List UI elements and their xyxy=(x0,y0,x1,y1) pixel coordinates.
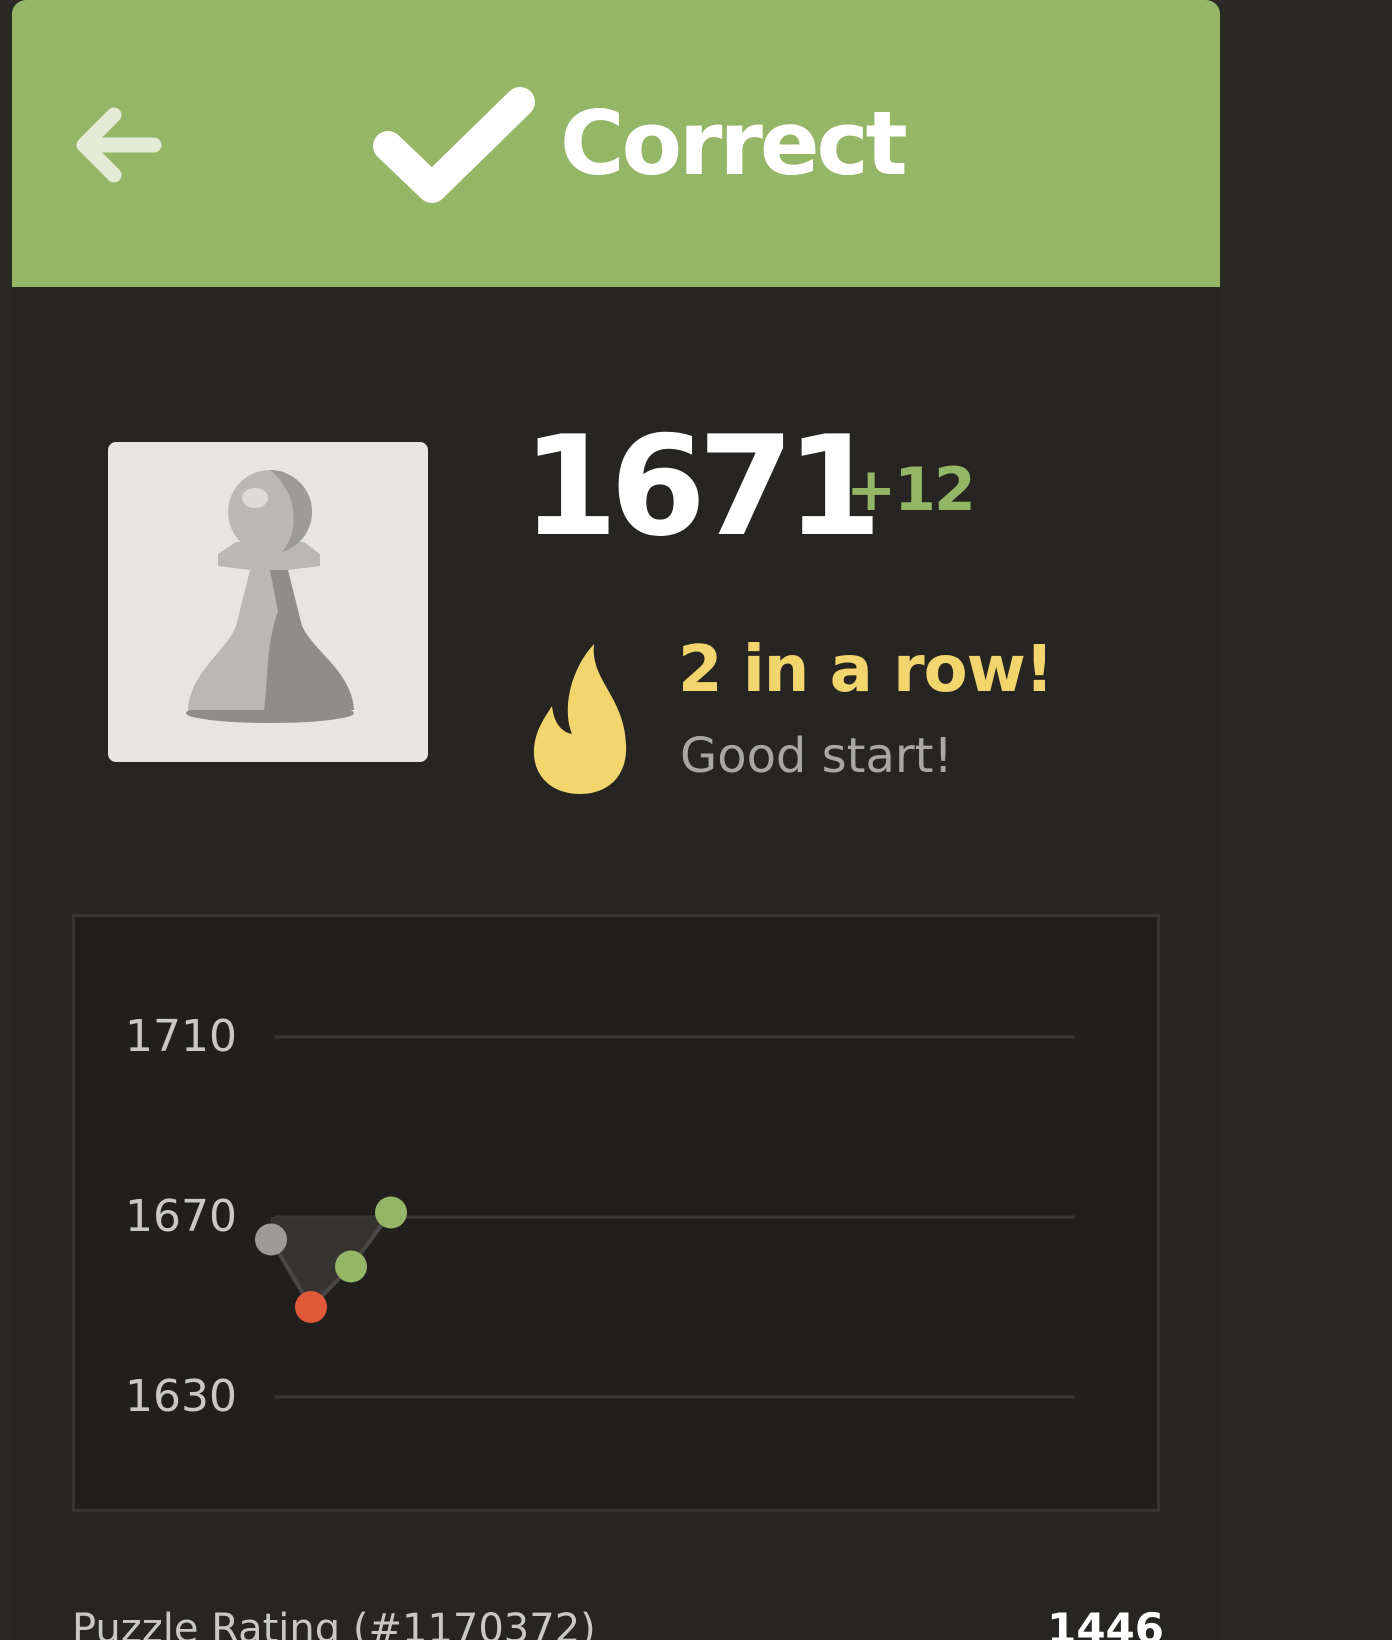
puzzle-rating-value: 1446 xyxy=(1047,1604,1164,1640)
rating-point-fail xyxy=(295,1291,327,1323)
rating-point-success xyxy=(375,1196,407,1229)
y-tick-label: 1630 xyxy=(125,1371,237,1422)
y-tick-label: 1670 xyxy=(125,1191,237,1242)
y-tick-label: 1710 xyxy=(125,1011,237,1062)
puzzle-result-panel: Correct 1671 +12 2 in a row! Good start!… xyxy=(12,0,1220,1640)
back-button[interactable] xyxy=(70,95,170,195)
rating-change: +12 xyxy=(846,455,976,525)
player-rating: 1671 xyxy=(522,406,882,567)
puzzle-rating-label: Puzzle Rating (#1170372) xyxy=(72,1606,596,1640)
pawn-icon xyxy=(186,470,354,723)
rating-chart-svg: 1710 1670 1630 xyxy=(125,1011,1075,1422)
check-icon xyxy=(373,87,535,203)
arrow-left-icon xyxy=(76,107,162,183)
rating-point-success xyxy=(335,1250,367,1283)
result-header: Correct xyxy=(12,0,1220,287)
rating-area xyxy=(271,1212,391,1307)
rating-chart: 1710 1670 1630 xyxy=(72,914,1160,1512)
result-title: Correct xyxy=(560,92,908,195)
streak-subtitle: Good start! xyxy=(680,728,953,784)
streak-title: 2 in a row! xyxy=(678,633,1054,707)
rating-point-start xyxy=(255,1223,287,1256)
flame-icon xyxy=(533,644,627,794)
avatar xyxy=(108,442,428,762)
